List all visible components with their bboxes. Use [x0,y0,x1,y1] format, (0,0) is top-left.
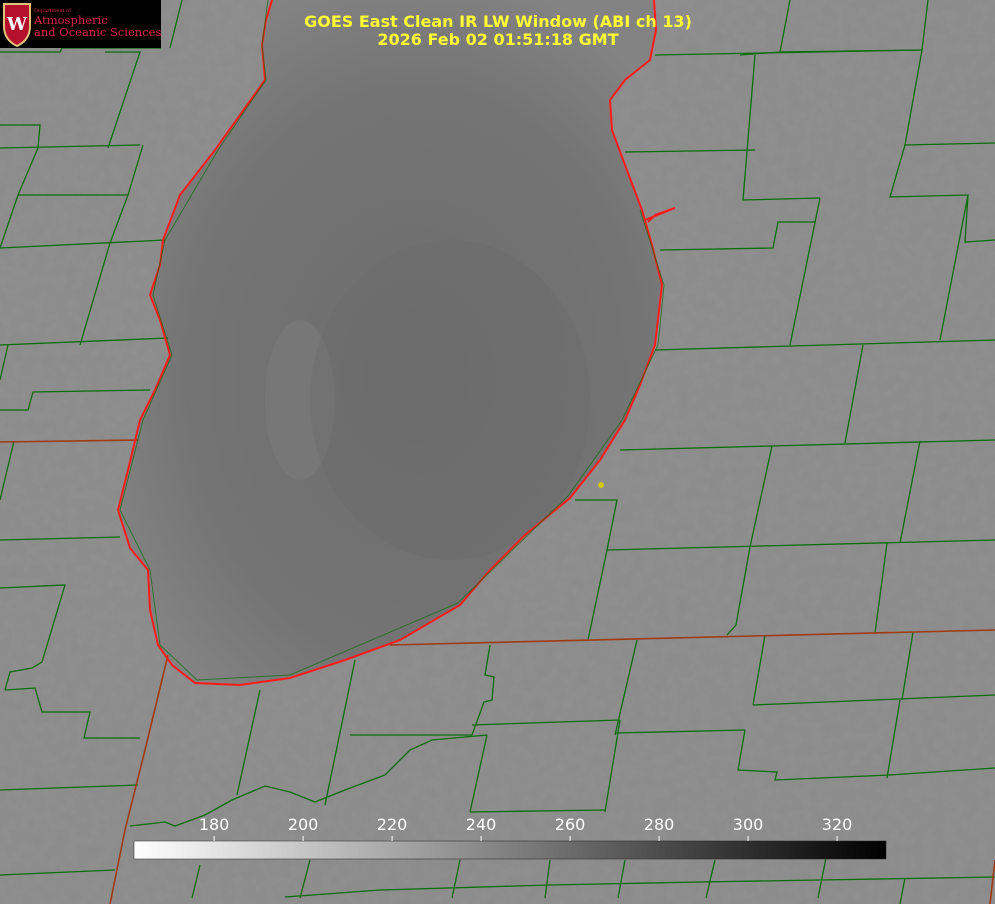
shield-letter: W [6,14,28,35]
lake-dark-core [310,240,590,560]
colorbar-tick-label: 240 [466,815,497,834]
title-line-1: GOES East Clean IR LW Window (ABI ch 13) [304,12,692,31]
station-marker [598,482,604,488]
title-line-2: 2026 Feb 02 01:51:18 GMT [377,30,618,49]
colorbar-tick-label: 320 [822,815,853,834]
logo-text: Department of Atmospheric and Oceanic Sc… [34,9,162,39]
colorbar-tick-label: 300 [733,815,764,834]
uw-shield-icon: W [3,3,31,48]
colorbar-tick-label: 220 [377,815,408,834]
colorbar-tick-label: 260 [555,815,586,834]
map-viewer: GOES East Clean IR LW Window (ABI ch 13)… [0,0,995,904]
colorbar-tick-label: 280 [644,815,675,834]
colorbar-gradient [133,840,887,860]
logo-line-2: and Oceanic Sciences [34,24,162,39]
colorbar-tick-label: 200 [288,815,319,834]
aos-logo: W Department of Atmospheric and Oceanic … [0,0,161,48]
colorbar-tick-label: 180 [199,815,230,834]
ir-satellite-map: GOES East Clean IR LW Window (ABI ch 13)… [0,0,995,904]
